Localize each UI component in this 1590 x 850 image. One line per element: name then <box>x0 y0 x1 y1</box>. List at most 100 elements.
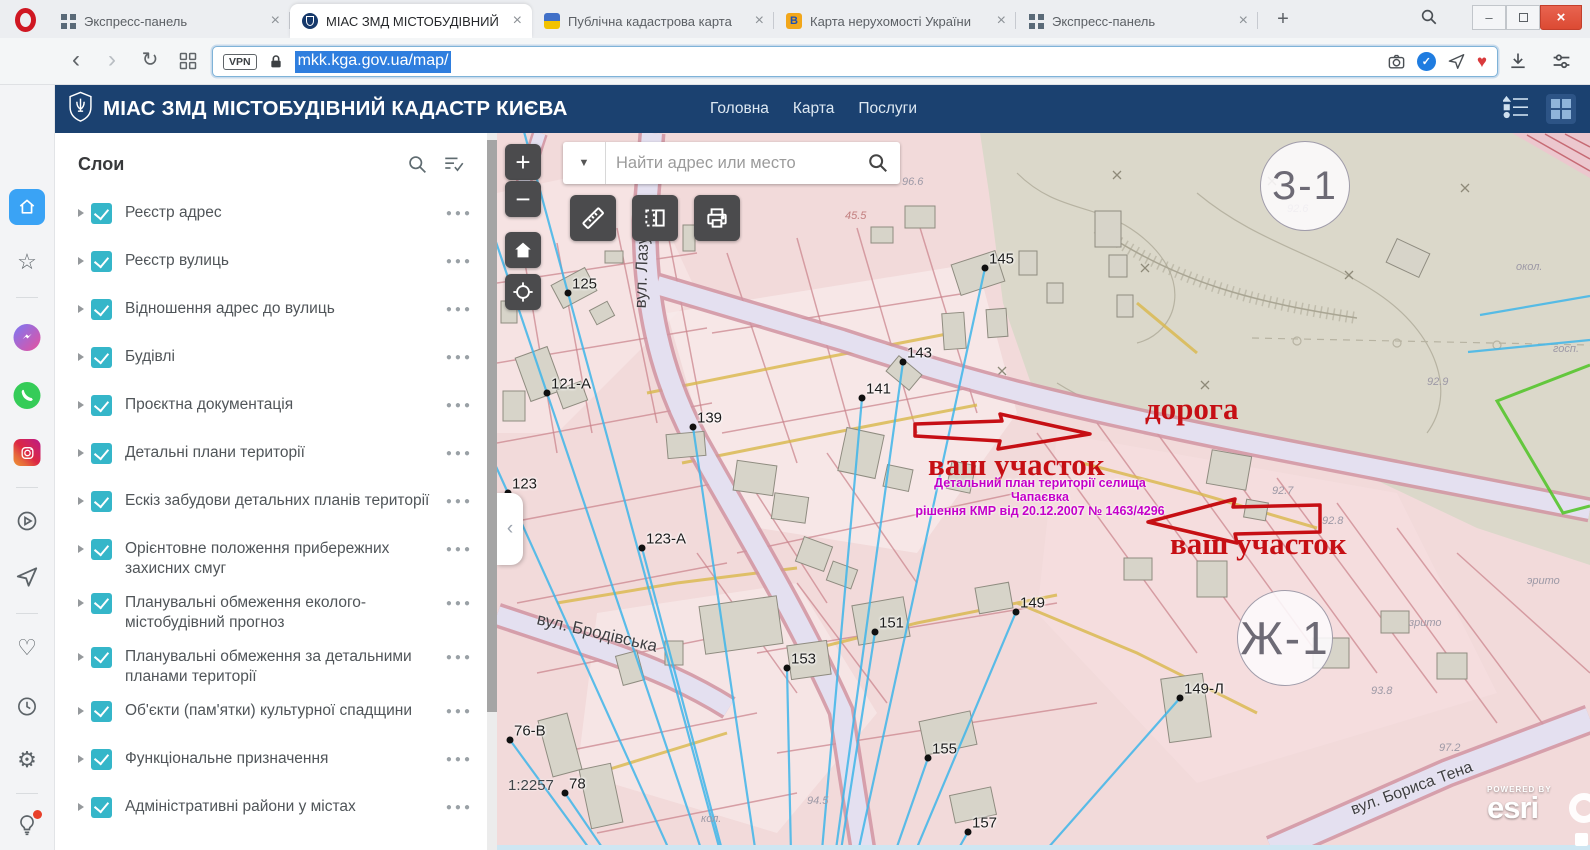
layer-expand-arrow[interactable] <box>78 545 84 553</box>
layer-checkbox[interactable] <box>91 491 112 512</box>
layer-expand-arrow[interactable] <box>78 257 84 265</box>
back-button[interactable]: ‹ <box>62 47 90 73</box>
whatsapp-icon[interactable] <box>14 382 41 409</box>
url-field[interactable]: VPN mkk.kga.gov.ua/map/ ✓ ♥ <box>212 46 1498 77</box>
security-shield-icon[interactable]: ✓ <box>1417 52 1436 71</box>
print-tool-button[interactable] <box>694 195 740 241</box>
layer-expand-arrow[interactable] <box>78 599 84 607</box>
search-dropdown-button[interactable]: ▼ <box>563 142 606 184</box>
downloads-icon[interactable] <box>1508 51 1528 76</box>
layer-menu-dots[interactable]: ●●● <box>446 598 473 609</box>
layer-checkbox[interactable] <box>91 539 112 560</box>
layers-filter-icon[interactable] <box>443 154 465 175</box>
layer-expand-arrow[interactable] <box>78 755 84 763</box>
layer-expand-arrow[interactable] <box>78 209 84 217</box>
instagram-icon[interactable] <box>14 439 41 466</box>
layer-expand-arrow[interactable] <box>78 653 84 661</box>
layer-expand-arrow[interactable] <box>78 497 84 505</box>
map-corner-widget[interactable] <box>1575 833 1588 846</box>
tab-close-icon[interactable]: × <box>509 12 526 30</box>
layer-menu-dots[interactable]: ●●● <box>446 496 473 507</box>
layer-menu-dots[interactable]: ●●● <box>446 352 473 363</box>
forward-button[interactable]: › <box>98 47 126 73</box>
snapshot-camera-icon[interactable] <box>1387 52 1406 71</box>
layer-expand-arrow[interactable] <box>78 707 84 715</box>
vpn-badge[interactable]: VPN <box>223 54 257 70</box>
map-zoom-out-button[interactable]: − <box>505 181 541 217</box>
personal-news-icon[interactable] <box>15 509 39 533</box>
tab-search-icon[interactable] <box>1420 8 1438 31</box>
window-minimize-button[interactable]: – <box>1472 5 1506 30</box>
tab-close-icon[interactable]: × <box>993 12 1010 30</box>
map-home-button[interactable] <box>505 232 541 268</box>
nav-map-link[interactable]: Карта <box>793 100 834 118</box>
messenger-icon[interactable] <box>14 324 41 351</box>
layer-menu-dots[interactable]: ●●● <box>446 448 473 459</box>
layer-checkbox[interactable] <box>91 749 112 770</box>
layer-checkbox[interactable] <box>91 647 112 668</box>
window-restore-button[interactable] <box>1506 5 1540 30</box>
tips-bulb-icon[interactable] <box>15 813 39 837</box>
layer-expand-arrow[interactable] <box>78 401 84 409</box>
favorites-heart-icon[interactable]: ♡ <box>17 637 37 659</box>
browser-tab[interactable]: Экспресс-панель × <box>1016 4 1258 38</box>
layer-menu-dots[interactable]: ●●● <box>446 706 473 717</box>
window-close-button[interactable]: × <box>1540 5 1582 30</box>
tab-close-icon[interactable]: × <box>751 12 768 30</box>
nav-services-link[interactable]: Послуги <box>858 100 917 118</box>
layer-menu-dots[interactable]: ●●● <box>446 400 473 411</box>
bookmarks-star-icon[interactable]: ☆ <box>17 251 37 273</box>
tab-close-icon[interactable]: × <box>1235 12 1252 30</box>
map-search-input[interactable] <box>606 142 856 184</box>
layer-checkbox[interactable] <box>91 203 112 224</box>
lock-icon[interactable] <box>268 54 284 70</box>
tab-close-icon[interactable]: × <box>267 12 284 30</box>
layer-checkbox[interactable] <box>91 797 112 818</box>
layer-expand-arrow[interactable] <box>78 305 84 313</box>
layer-checkbox[interactable] <box>91 593 112 614</box>
layer-menu-dots[interactable]: ●●● <box>446 652 473 663</box>
history-clock-icon[interactable] <box>16 695 39 718</box>
layer-checkbox[interactable] <box>91 347 112 368</box>
layer-menu-dots[interactable]: ●●● <box>446 754 473 765</box>
panel-collapse-tab[interactable]: ‹ <box>497 493 523 565</box>
map-zoom-in-button[interactable]: + <box>505 144 541 180</box>
layer-menu-dots[interactable]: ●●● <box>446 802 473 813</box>
layer-menu-dots[interactable]: ●●● <box>446 256 473 267</box>
layer-expand-arrow[interactable] <box>78 353 84 361</box>
layer-checkbox[interactable] <box>91 701 112 722</box>
nav-home-link[interactable]: Головна <box>710 100 769 118</box>
layer-expand-arrow[interactable] <box>78 803 84 811</box>
legend-list-icon[interactable] <box>1503 95 1530 124</box>
layer-menu-dots[interactable]: ●●● <box>446 544 473 555</box>
speed-dial-button[interactable] <box>178 51 198 76</box>
swipe-tool-button[interactable] <box>632 195 678 241</box>
my-flow-sidebar-icon[interactable] <box>14 564 40 590</box>
layer-menu-dots[interactable]: ●●● <box>446 208 473 219</box>
map-canvas[interactable]: дорога ваш участок ваш участок Детальний… <box>497 133 1590 850</box>
opera-menu-button[interactable] <box>10 6 40 34</box>
map-locate-button[interactable] <box>505 274 541 310</box>
settings-gear-icon[interactable]: ⚙ <box>17 749 37 771</box>
browser-tab[interactable]: Публічна кадастрова карта × <box>532 4 774 38</box>
measure-tool-button[interactable] <box>570 195 616 241</box>
layer-checkbox[interactable] <box>91 395 112 416</box>
sidebar-speed-dial-button[interactable] <box>9 189 45 225</box>
layers-search-icon[interactable] <box>407 154 428 175</box>
url-text[interactable]: mkk.kga.gov.ua/map/ <box>295 51 452 73</box>
reload-button[interactable]: ↻ <box>136 47 164 73</box>
layer-checkbox[interactable] <box>91 443 112 464</box>
layer-checkbox[interactable] <box>91 251 112 272</box>
new-tab-button[interactable]: + <box>1270 8 1296 31</box>
easy-setup-icon[interactable] <box>1551 51 1572 77</box>
browser-tab[interactable]: МІАС ЗМД МІСТОБУДІВНИЙ × <box>290 4 532 38</box>
my-flow-icon[interactable] <box>1447 52 1466 71</box>
search-submit-icon[interactable] <box>856 142 900 184</box>
browser-tab[interactable]: Экспресс-панель × <box>48 4 290 38</box>
apps-grid-icon[interactable] <box>1546 94 1576 124</box>
browser-tab[interactable]: B Карта нерухомості України × <box>774 4 1016 38</box>
layer-checkbox[interactable] <box>91 299 112 320</box>
panel-scrollbar-thumb[interactable] <box>487 140 497 712</box>
layer-expand-arrow[interactable] <box>78 449 84 457</box>
layer-menu-dots[interactable]: ●●● <box>446 304 473 315</box>
